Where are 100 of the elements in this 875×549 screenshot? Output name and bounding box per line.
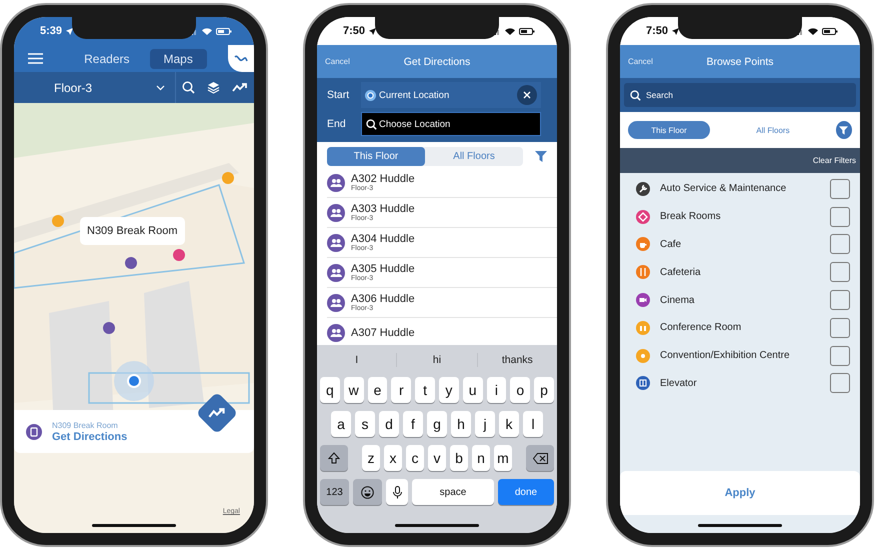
emoji-icon [361,486,374,498]
suggestion[interactable]: hi [396,353,477,367]
end-input[interactable]: Choose Location [379,118,536,130]
filter-icon[interactable] [535,151,547,162]
people-icon [327,264,345,282]
people-icon [327,324,345,342]
suggestion[interactable]: thanks [476,353,557,367]
letter-key[interactable]: x [384,445,402,471]
people-icon [327,234,345,252]
category-checkbox[interactable] [830,178,850,199]
letter-key[interactable]: l [523,411,543,437]
filter-icon [839,126,848,134]
space-key[interactable]: space [412,479,494,505]
letter-key[interactable]: p [534,377,554,403]
clear-button[interactable] [517,85,537,105]
backspace-icon [532,452,548,464]
letter-key[interactable]: m [494,445,512,471]
category-checkbox[interactable] [830,234,850,254]
location-arrow-icon [672,28,680,34]
battery-icon [519,28,535,34]
emoji-key[interactable] [353,479,382,505]
letter-key[interactable]: t [415,377,435,403]
apply-button[interactable]: Apply [620,471,860,515]
route-icon [234,54,248,64]
category-checkbox[interactable] [830,206,850,227]
letter-key[interactable]: d [379,411,399,437]
close-icon [523,91,531,99]
screen-title: Get Directions [404,56,470,68]
letter-key[interactable]: n [472,445,490,471]
done-key[interactable]: done [498,479,554,505]
result-name: A305 Huddle [351,263,415,275]
letter-key[interactable]: v [428,445,446,471]
category-label: Auto Service & Maintenance [660,183,788,194]
microphone-key[interactable] [386,479,408,505]
floor-tab[interactable]: All Floors [732,121,814,139]
letter-key[interactable]: f [403,411,423,437]
shift-key[interactable] [320,445,348,471]
get-directions-link[interactable]: Get Directions [52,430,128,442]
chevron-icon [156,84,165,90]
letter-key[interactable]: j [475,411,495,437]
backspace-key[interactable] [526,445,554,471]
view-tab[interactable]: Readers [70,48,144,68]
status-time: 7:50 [646,25,668,37]
letter-key[interactable]: o [510,377,530,403]
letter-key[interactable]: z [362,445,380,471]
search-icon [366,118,377,130]
letter-key[interactable]: a [331,411,351,437]
location-arrow-icon [66,28,74,34]
letter-key[interactable]: c [406,445,424,471]
filter-button[interactable] [836,121,852,139]
letter-key[interactable]: u [462,377,483,403]
category-label: Convention/Exhibition Centre [660,350,791,362]
letter-key[interactable]: i [486,377,506,403]
floor-tab[interactable]: This Floor [327,147,425,166]
door-icon [26,424,42,440]
end-field[interactable]: Choose Location [361,112,541,136]
letter-key[interactable]: w [344,377,364,403]
letter-key[interactable]: h [451,411,471,437]
start-label: Start [327,89,350,101]
category-checkbox[interactable] [830,290,850,310]
trend-icon [208,407,226,419]
letter-key[interactable]: s [355,411,375,437]
search-field[interactable]: Search [624,83,856,107]
menu-icon [28,53,43,64]
suggestion[interactable]: I [317,353,396,367]
route-button[interactable] [228,45,254,72]
category-checkbox[interactable] [830,346,850,366]
category-checkbox[interactable] [830,262,850,282]
letter-key[interactable]: q [320,377,340,403]
category-label: Cafeteria [660,266,702,278]
letter-key[interactable]: e [368,377,388,403]
floor-tab[interactable]: All Floors [425,147,523,166]
letter-key[interactable]: k [499,411,519,437]
location-icon [365,90,376,100]
search-icon [630,90,641,100]
letter-key[interactable]: g [427,411,447,437]
letter-key[interactable]: b [450,445,468,471]
battery-icon [822,28,838,34]
clear-filters-button[interactable]: Clear Filters [812,156,856,165]
people-icon [327,294,345,312]
category-checkbox[interactable] [830,373,850,394]
numbers-key[interactable]: 123 [320,479,349,505]
letter-key[interactable]: r [391,377,412,403]
letter-key[interactable]: y [438,377,459,403]
view-tab[interactable]: Maps [150,48,207,68]
microphone-icon [392,486,402,498]
result-name: A307 Huddle [351,326,415,338]
trend-icon [232,82,248,93]
floor-tab[interactable]: This Floor [628,121,710,139]
people-icon [327,204,345,222]
wifi-icon [202,28,212,34]
result-name: A306 Huddle [351,293,415,305]
shift-icon [328,452,340,464]
start-field[interactable]: Current Location [361,82,541,108]
category-checkbox[interactable] [830,318,850,338]
start-input[interactable]: Current Location [379,90,514,100]
destination-name: N309 Break Room [52,420,119,430]
category-label: Break Rooms [660,211,722,222]
status-time: 7:50 [343,25,366,37]
end-label: End [327,118,347,130]
